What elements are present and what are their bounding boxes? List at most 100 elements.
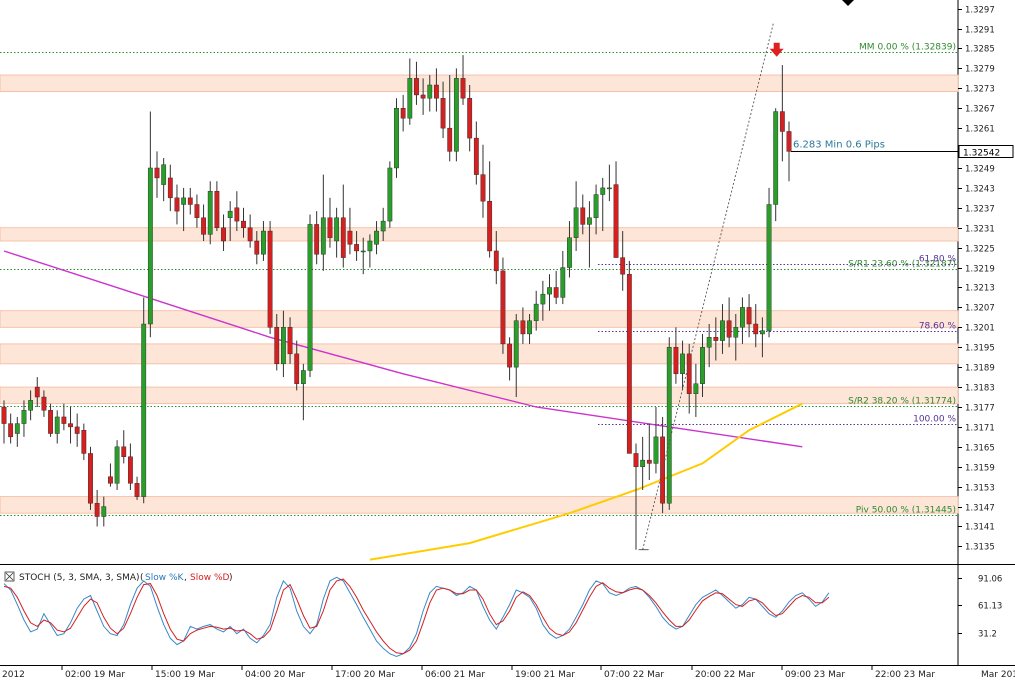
level-label: MM 0.00 % (1.32839) [859,43,956,53]
candle-body [593,194,599,218]
price-tick-label: 1.3171 [965,424,995,434]
candle-body [314,224,320,255]
candle-body [161,164,167,185]
time-label: 20:00 22 Mar [695,670,755,680]
candle-body [167,177,173,199]
candle-body [241,220,246,228]
stoch-d-label: Slow %D [190,573,229,583]
candle-body [693,383,699,394]
candle-body [553,287,559,298]
price-tick-label: 1.3279 [965,65,995,75]
level-label: S/R2 38.20 % (1.31774) [848,397,956,407]
candle-body [147,167,153,325]
price-tick-label: 1.3225 [965,245,995,255]
price-tick-label: 1.3201 [965,324,995,334]
candle-body [527,320,532,335]
candle-body [773,111,779,205]
time-label: 09:00 23 Mar [785,670,845,680]
time-label: 17:00 20 Mar [335,670,395,680]
time-label: 19:00 21 Mar [515,670,575,680]
candle-body [108,476,113,484]
candle-body [394,108,399,169]
candle-body [387,167,393,222]
time-label: 04:00 20 Mar [245,670,305,680]
candle-body [720,320,725,341]
candle-body [287,327,293,355]
price-tick-label: 1.3243 [965,185,995,195]
candle-body [766,204,772,331]
candle-body [141,323,147,497]
candle-body [606,187,612,190]
candle-body [560,267,566,298]
price-tick-label: 1.3231 [965,225,995,235]
candle-body [74,426,80,434]
candle-body [360,250,366,253]
price-tick-label: 1.3147 [965,504,995,514]
candle-body [420,94,426,99]
candle-body [753,323,759,335]
price-tick-label: 1.3297 [965,6,995,16]
candle-body [547,287,552,295]
price-tick-label: 1.3153 [965,484,995,494]
stoch-tick-label: 61.13 [978,602,1002,612]
candlestick-chart[interactable]: MM 0.00 % (1.32839) S/R1 23.60 % (1.32187… [0,0,1015,680]
candle-body [587,217,592,225]
candle-body [786,131,792,152]
candle-body [673,347,679,374]
candle-body [334,217,340,242]
candle-body [520,320,526,335]
candle-body [54,416,60,434]
candle-body [706,337,712,348]
candle-body [746,307,752,325]
candle-body [201,217,206,235]
candle-body [294,353,300,384]
stoch-comma: , [184,573,187,583]
candle-body [733,327,739,338]
candle-body [740,307,745,328]
candle-body [41,396,47,411]
candle-body [380,220,386,232]
candle-body [726,320,732,338]
price-tick-label: 1.3249 [965,165,995,175]
candle-body [127,456,133,484]
candle-body [473,137,479,175]
candle-body [487,200,493,252]
candle-body [48,410,53,434]
candle-body [660,436,666,504]
candle-body [68,423,73,428]
candle-body [653,436,659,464]
price-tick-label: 1.3165 [965,444,995,454]
candle-body [460,78,466,99]
candle-body [367,240,373,252]
candle-body [221,227,226,242]
candle-body [101,506,107,517]
price-tick-label: 1.3189 [965,364,995,374]
candle-body [374,230,379,245]
stoch-k-label: Slow %K [145,573,184,583]
price-tick-label: 1.3159 [965,464,995,474]
candle-body [480,174,486,202]
candle-body [414,78,419,96]
candle-body [340,217,346,258]
price-tick-label: 1.3273 [965,85,995,95]
candle-body [447,127,453,152]
candle-body [61,416,67,424]
candle-body [281,327,286,365]
candle-body [254,240,260,255]
candle-body [620,257,626,275]
candle-body [533,303,539,321]
sr-zone [0,227,959,242]
price-tick-label: 1.3141 [965,523,995,533]
price-tick-label: 1.3267 [965,105,995,115]
candle-body [14,423,20,434]
candle-body [666,347,672,504]
candle-body [600,187,606,195]
candle-body [513,320,519,368]
candle-body [247,227,253,242]
stoch-title: STOCH (5, 3, SMA, 3, SMA) [19,573,140,583]
current-price-label: 1.32542 [963,149,1000,159]
candle-body [434,84,439,99]
candle-body [320,217,326,255]
price-tick-label: 1.3261 [965,125,995,135]
candle-body [713,337,719,341]
